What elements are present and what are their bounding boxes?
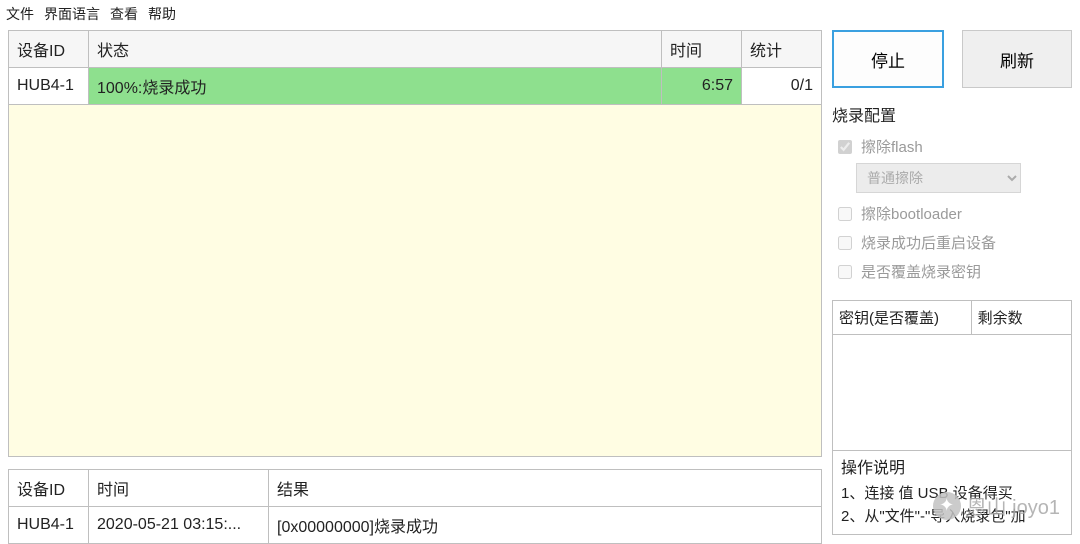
chk-erase-bootloader[interactable]: 擦除bootloader	[832, 199, 1072, 228]
log-cell-result: [0x00000000]烧录成功	[269, 507, 822, 544]
refresh-button[interactable]: 刷新	[962, 30, 1072, 88]
cell-status: 100%:烧录成功	[89, 68, 662, 105]
chk-overwrite-key-label: 是否覆盖烧录密钥	[861, 261, 981, 282]
key-table-body[interactable]	[832, 335, 1072, 451]
log-col-result[interactable]: 结果	[269, 470, 822, 507]
menu-lang[interactable]: 界面语言	[44, 4, 100, 24]
chk-reboot[interactable]: 烧录成功后重启设备	[832, 228, 1072, 257]
chk-reboot-input[interactable]	[838, 236, 852, 250]
menu-file[interactable]: 文件	[6, 4, 34, 24]
help-line-2: 2、从"文件"-"导入烧录包"加	[841, 506, 1063, 529]
key-col-name[interactable]: 密钥(是否覆盖)	[833, 301, 972, 335]
col-stat[interactable]: 统计	[742, 31, 822, 68]
stop-button[interactable]: 停止	[832, 30, 944, 88]
cell-stat: 0/1	[742, 68, 822, 105]
help-box: 操作说明 1、连接 值 USB 设备得买 2、从"文件"-"导入烧录包"加	[832, 451, 1072, 535]
burn-config-group: 烧录配置 擦除flash 普通擦除 擦除bootloader 烧录成功后重启设备…	[832, 102, 1072, 286]
chk-reboot-label: 烧录成功后重启设备	[861, 232, 996, 253]
log-col-id[interactable]: 设备ID	[9, 470, 89, 507]
menubar: 文件 界面语言 查看 帮助	[0, 0, 1080, 30]
cell-device-id: HUB4-1	[9, 68, 89, 105]
help-title: 操作说明	[841, 457, 1063, 481]
device-table-body[interactable]	[8, 105, 822, 457]
chk-overwrite-key-input[interactable]	[838, 265, 852, 279]
key-table: 密钥(是否覆盖) 剩余数	[832, 300, 1072, 335]
chk-erase-flash[interactable]: 擦除flash	[832, 132, 1072, 161]
chk-erase-bootloader-label: 擦除bootloader	[861, 203, 962, 224]
menu-help[interactable]: 帮助	[148, 4, 176, 24]
col-device-id[interactable]: 设备ID	[9, 31, 89, 68]
menu-view[interactable]: 查看	[110, 4, 138, 24]
log-cell-id: HUB4-1	[9, 507, 89, 544]
device-table: 设备ID 状态 时间 统计 HUB4-1 100%:烧录成功 6:57 0/1	[8, 30, 822, 105]
chk-erase-flash-input[interactable]	[838, 140, 852, 154]
col-time[interactable]: 时间	[662, 31, 742, 68]
erase-mode-select[interactable]: 普通擦除	[856, 163, 1021, 193]
key-col-remain[interactable]: 剩余数	[971, 301, 1071, 335]
cell-time: 6:57	[662, 68, 742, 105]
table-row[interactable]: HUB4-1 100%:烧录成功 6:57 0/1	[9, 68, 822, 105]
chk-erase-flash-label: 擦除flash	[861, 136, 923, 157]
log-table: 设备ID 时间 结果 HUB4-1 2020-05-21 03:15:... […	[8, 469, 822, 544]
col-status[interactable]: 状态	[89, 31, 662, 68]
chk-erase-bootloader-input[interactable]	[838, 207, 852, 221]
chk-overwrite-key[interactable]: 是否覆盖烧录密钥	[832, 257, 1072, 286]
log-cell-time: 2020-05-21 03:15:...	[89, 507, 269, 544]
help-line-1: 1、连接 值 USB 设备得买	[841, 483, 1063, 506]
log-col-time[interactable]: 时间	[89, 470, 269, 507]
log-row[interactable]: HUB4-1 2020-05-21 03:15:... [0x00000000]…	[9, 507, 822, 544]
config-title: 烧录配置	[832, 102, 1072, 126]
